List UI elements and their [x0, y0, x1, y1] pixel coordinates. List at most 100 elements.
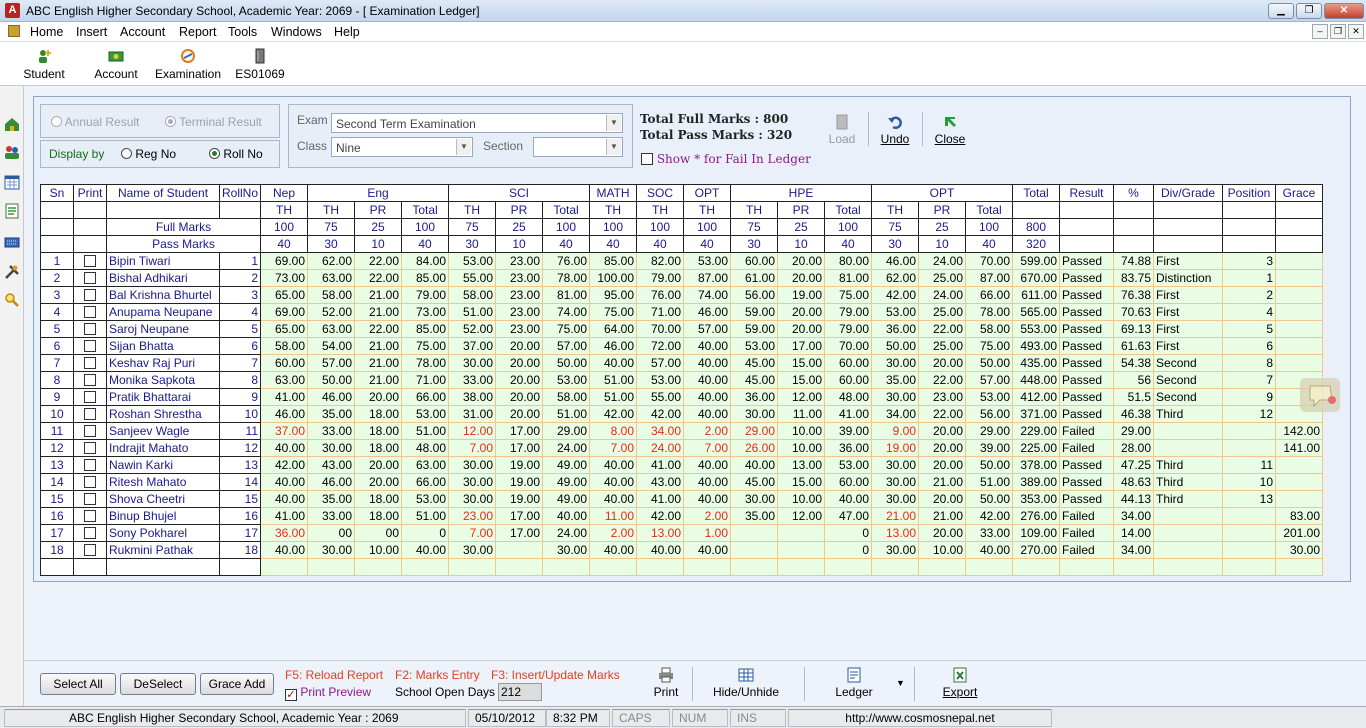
print-cell[interactable]	[73, 541, 107, 559]
mdi-minimize-button[interactable]: –	[1312, 24, 1328, 39]
load-button[interactable]: Load	[826, 114, 858, 146]
print-button[interactable]: Print	[648, 667, 684, 699]
floating-chat-widget[interactable]	[1300, 378, 1340, 412]
print-checkbox[interactable]	[84, 544, 96, 556]
student-name-cell[interactable]: Anupama Neupane	[106, 303, 220, 321]
print-checkbox[interactable]	[84, 459, 96, 471]
print-checkbox[interactable]	[84, 425, 96, 437]
student-name-cell[interactable]: Rukmini Pathak	[106, 541, 220, 559]
chevron-down-icon[interactable]: ▼	[606, 139, 621, 155]
mdi-restore-button[interactable]: ❐	[1330, 24, 1346, 39]
examination-button[interactable]: Examination	[152, 48, 224, 81]
print-checkbox[interactable]	[84, 408, 96, 420]
print-checkbox[interactable]	[84, 357, 96, 369]
print-cell[interactable]	[73, 303, 107, 321]
select-all-button[interactable]: Select All	[40, 673, 116, 695]
print-cell[interactable]	[73, 507, 107, 525]
print-cell[interactable]	[73, 354, 107, 372]
class-select[interactable]: Nine ▼	[331, 137, 473, 157]
print-preview-checkbox[interactable]	[285, 689, 297, 701]
print-checkbox[interactable]	[84, 476, 96, 488]
menu-tools[interactable]: Tools	[228, 25, 257, 39]
ledger-button[interactable]: Ledger	[826, 667, 882, 699]
student-name-cell[interactable]: Roshan Shrestha	[106, 405, 220, 423]
roll-no-option[interactable]: Roll No	[209, 147, 263, 161]
print-cell[interactable]	[73, 286, 107, 304]
print-cell[interactable]	[73, 320, 107, 338]
roll-no-radio[interactable]	[209, 148, 220, 159]
undo-button[interactable]: Undo	[878, 114, 912, 146]
ledger-dropdown-arrow[interactable]: ▼	[896, 678, 905, 688]
open-days-input[interactable]: 212	[498, 683, 542, 701]
calendar-icon[interactable]	[4, 174, 20, 190]
print-checkbox[interactable]	[84, 374, 96, 386]
grace-add-button[interactable]: Grace Add	[200, 673, 274, 695]
show-fail-option[interactable]: Show * for Fail In Ledger	[641, 152, 811, 166]
menu-report[interactable]: Report	[179, 25, 217, 39]
users-icon[interactable]	[4, 144, 20, 160]
school-code-button[interactable]: ES01069	[234, 48, 286, 81]
print-cell[interactable]	[73, 439, 107, 457]
student-name-cell[interactable]: Bal Krishna Bhurtel	[106, 286, 220, 304]
print-checkbox[interactable]	[84, 493, 96, 505]
export-button[interactable]: Export	[938, 667, 982, 699]
student-name-cell[interactable]: Ritesh Mahato	[106, 473, 220, 491]
terminal-radio[interactable]	[165, 116, 176, 127]
print-cell[interactable]	[73, 490, 107, 508]
chevron-down-icon[interactable]: ▼	[606, 115, 621, 131]
search-icon[interactable]	[4, 292, 20, 308]
student-name-cell[interactable]: Saroj Neupane	[106, 320, 220, 338]
student-name-cell[interactable]: Pratik Bhattarai	[106, 388, 220, 406]
print-cell[interactable]	[73, 371, 107, 389]
print-checkbox[interactable]	[84, 442, 96, 454]
menu-home[interactable]: Home	[30, 25, 63, 39]
print-checkbox[interactable]	[84, 272, 96, 284]
print-checkbox[interactable]	[84, 289, 96, 301]
menu-help[interactable]: Help	[334, 25, 360, 39]
print-cell[interactable]	[73, 252, 107, 270]
deselect-button[interactable]: DeSelect	[120, 673, 196, 695]
account-button[interactable]: Account	[88, 48, 144, 81]
document-icon[interactable]	[8, 25, 20, 37]
app-icon[interactable]: A	[5, 3, 20, 18]
student-name-cell[interactable]: Bipin Tiwari	[106, 252, 220, 270]
student-name-cell[interactable]: Monika Sapkota	[106, 371, 220, 389]
print-checkbox[interactable]	[84, 527, 96, 539]
section-select[interactable]: ▼	[533, 137, 623, 157]
print-checkbox[interactable]	[84, 391, 96, 403]
print-cell[interactable]	[73, 405, 107, 423]
maximize-button[interactable]: ❐	[1296, 3, 1322, 19]
chevron-down-icon[interactable]: ▼	[456, 139, 471, 155]
print-checkbox[interactable]	[84, 255, 96, 267]
student-name-cell[interactable]: Sony Pokharel	[106, 524, 220, 542]
student-name-cell[interactable]: Sijan Bhatta	[106, 337, 220, 355]
print-cell[interactable]	[73, 269, 107, 287]
student-name-cell[interactable]: Keshav Raj Puri	[106, 354, 220, 372]
student-name-cell[interactable]: Binup Bhujel	[106, 507, 220, 525]
close-button[interactable]: Close	[932, 114, 968, 146]
print-checkbox[interactable]	[84, 323, 96, 335]
menu-windows[interactable]: Windows	[271, 25, 322, 39]
reg-no-radio[interactable]	[121, 148, 132, 159]
menu-insert[interactable]: Insert	[76, 25, 107, 39]
student-button[interactable]: Student	[18, 48, 70, 81]
annual-radio[interactable]	[51, 116, 62, 127]
report-icon[interactable]	[4, 203, 20, 219]
show-fail-checkbox[interactable]	[641, 153, 653, 165]
hide-unhide-button[interactable]: Hide/Unhide	[708, 667, 784, 699]
print-cell[interactable]	[73, 337, 107, 355]
print-cell[interactable]	[73, 388, 107, 406]
reg-no-option[interactable]: Reg No	[121, 147, 176, 161]
menu-account[interactable]: Account	[120, 25, 165, 39]
exam-select[interactable]: Second Term Examination ▼	[331, 113, 623, 133]
status-url[interactable]: http://www.cosmosnepal.net	[788, 709, 1052, 727]
print-cell[interactable]	[73, 524, 107, 542]
print-preview-option[interactable]: Print Preview	[285, 685, 371, 701]
keyboard-icon[interactable]	[4, 234, 20, 250]
terminal-result-option[interactable]: Terminal Result	[165, 115, 262, 129]
print-cell[interactable]	[73, 456, 107, 474]
student-name-cell[interactable]: Shova Cheetri	[106, 490, 220, 508]
close-window-button[interactable]: ✕	[1324, 3, 1364, 19]
student-name-cell[interactable]: Sanjeev Wagle	[106, 422, 220, 440]
print-checkbox[interactable]	[84, 510, 96, 522]
